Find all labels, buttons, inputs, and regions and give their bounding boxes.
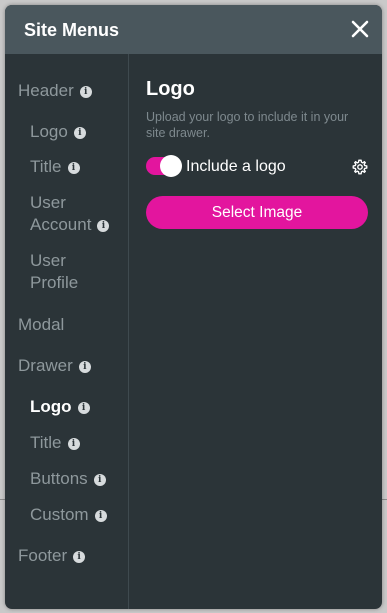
- sidebar-item-label: Title: [30, 433, 62, 452]
- include-logo-toggle[interactable]: [146, 155, 182, 177]
- info-icon: i: [77, 402, 90, 414]
- sidebar-item-drawer-logo[interactable]: Logo i: [30, 396, 90, 418]
- sidebar-item-label: User: [30, 193, 66, 212]
- toggle-knob: [160, 155, 182, 177]
- sidebar-item-label: Header: [18, 81, 74, 100]
- sidebar-item-user-account[interactable]: User Account i: [30, 192, 110, 236]
- dialog-header: Site Menus: [5, 5, 382, 54]
- sidebar-item-footer[interactable]: Footer i: [18, 545, 86, 567]
- sidebar-item-header-title[interactable]: Title i: [30, 156, 80, 178]
- info-icon: i: [97, 220, 110, 232]
- dialog-title: Site Menus: [24, 20, 120, 40]
- sidebar-item-modal[interactable]: Modal: [18, 314, 64, 336]
- info-icon: i: [94, 510, 107, 522]
- info-icon: i: [93, 474, 106, 486]
- select-image-button[interactable]: Select Image: [146, 196, 368, 229]
- sidebar-item-label: Logo: [30, 122, 68, 141]
- toggle-label: Include a logo: [186, 158, 286, 175]
- sidebar-item-drawer[interactable]: Drawer i: [18, 355, 91, 377]
- sidebar-item-label: Modal: [18, 315, 65, 334]
- sidebar-item-header[interactable]: Header i: [18, 80, 92, 102]
- sidebar-item-header-logo[interactable]: Logo i: [30, 121, 86, 143]
- sidebar-item-custom[interactable]: Custom i: [30, 504, 107, 526]
- info-icon: i: [73, 127, 86, 139]
- main-content: Logo Upload your logo to include it in y…: [129, 54, 382, 609]
- sidebar-item-label: Buttons: [30, 469, 88, 488]
- sidebar-item-drawer-title[interactable]: Title i: [30, 432, 80, 454]
- section-description: Upload your logo to include it in your s…: [146, 110, 349, 140]
- info-icon: i: [67, 438, 80, 450]
- sidebar-item-label: User: [30, 251, 66, 270]
- info-icon: i: [78, 361, 91, 373]
- sidebar-nav: Header i Logo i Title i User Account i User …: [5, 54, 129, 609]
- sidebar-item-label: Custom: [30, 505, 89, 524]
- site-menus-dialog: Site Menus Header i Logo i Title i User Acc…: [5, 5, 382, 609]
- info-icon: i: [73, 551, 86, 563]
- sidebar-item-buttons[interactable]: Buttons i: [30, 468, 106, 490]
- sidebar-item-user-profile[interactable]: User Profile: [30, 250, 78, 294]
- sidebar-item-label: Logo: [30, 397, 72, 416]
- sidebar-item-label: Drawer: [18, 356, 73, 375]
- sidebar-item-label: Title: [30, 157, 62, 176]
- sidebar-item-label: Account: [30, 215, 92, 234]
- sidebar-item-label: Footer: [18, 546, 68, 565]
- sidebar-item-label: Profile: [30, 273, 79, 292]
- section-title: Logo: [146, 78, 195, 100]
- info-icon: i: [67, 162, 80, 174]
- info-icon: i: [79, 86, 92, 98]
- close-icon[interactable]: [350, 19, 370, 39]
- gear-icon[interactable]: [352, 159, 368, 175]
